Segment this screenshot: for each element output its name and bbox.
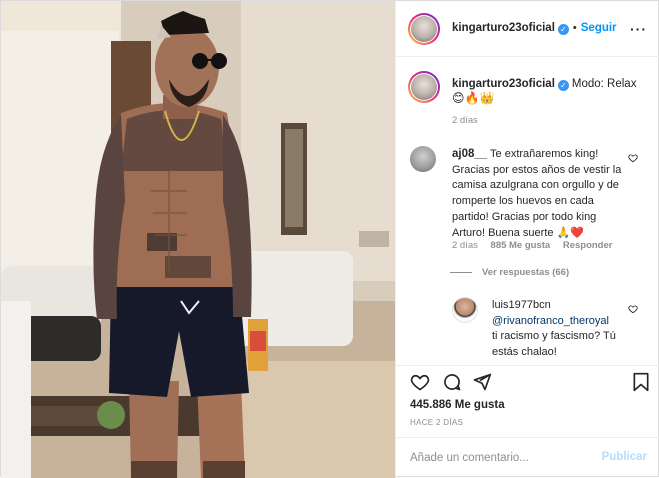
author-avatar[interactable] bbox=[408, 13, 440, 45]
heart-icon[interactable] bbox=[410, 372, 430, 392]
post-side-panel: kingarturo23oficial ✓ • Seguir ··· kingartu… bbox=[395, 1, 659, 478]
share-icon[interactable] bbox=[472, 372, 492, 392]
add-comment-bar: Publicar bbox=[396, 437, 659, 478]
caption-time[interactable]: 2 días bbox=[452, 115, 478, 126]
comment-input[interactable] bbox=[410, 449, 600, 467]
header-user-row: kingarturo23oficial ✓ • Seguir bbox=[452, 22, 617, 35]
follow-button[interactable]: Seguir bbox=[581, 22, 617, 34]
likes-count[interactable]: 445.886 Me gusta bbox=[410, 399, 505, 411]
caption-avatar[interactable] bbox=[408, 71, 440, 103]
comment-item: aj08__ Te extrañaremos king! Gracias por… bbox=[452, 147, 630, 241]
comment-likes[interactable]: 885 Me gusta bbox=[491, 240, 551, 251]
reply-item: luis1977bcn @rivanofranco_theroyal ti ra… bbox=[492, 298, 632, 361]
caption: kingarturo23oficial ✓ Modo: Relax 😊🔥👑 bbox=[452, 77, 652, 106]
comment-username[interactable]: aj08__ bbox=[452, 148, 487, 160]
verified-badge-icon: ✓ bbox=[557, 80, 569, 91]
separator-dot: • bbox=[572, 22, 577, 34]
reply-text: ti racismo y fascismo? Tú estás chalao! bbox=[492, 330, 616, 359]
reply-avatar[interactable] bbox=[452, 297, 478, 323]
photo-scene bbox=[1, 1, 395, 478]
reply-mention[interactable]: @rivanofranco_theroyal bbox=[492, 315, 609, 327]
reply-username[interactable]: luis1977bcn bbox=[492, 299, 551, 311]
replies-divider bbox=[450, 272, 472, 273]
instagram-post: kingarturo23oficial ✓ • Seguir ··· kingartu… bbox=[0, 0, 659, 478]
reply-button[interactable]: Responder bbox=[563, 240, 613, 251]
caption-username[interactable]: kingarturo23oficial bbox=[452, 78, 555, 90]
comment-like-heart-icon[interactable] bbox=[628, 153, 638, 163]
publish-button[interactable]: Publicar bbox=[602, 451, 647, 463]
more-options-icon[interactable]: ··· bbox=[630, 21, 647, 37]
caption-emojis: 😊🔥👑 bbox=[452, 91, 495, 105]
author-username[interactable]: kingarturo23oficial bbox=[452, 22, 555, 34]
verified-badge-icon: ✓ bbox=[557, 24, 569, 35]
posted-time[interactable]: HACE 2 DÍAS bbox=[410, 418, 463, 427]
bookmark-icon[interactable] bbox=[632, 372, 650, 392]
comment-time[interactable]: 2 días bbox=[452, 240, 478, 251]
comment-text: Te extrañaremos king! Gracias por estos … bbox=[452, 148, 622, 239]
view-replies-button[interactable]: Ver respuestas (66) bbox=[482, 267, 569, 278]
reply-like-heart-icon[interactable] bbox=[628, 304, 638, 314]
caption-text: Modo: Relax bbox=[571, 78, 637, 90]
post-header: kingarturo23oficial ✓ • Seguir ··· bbox=[396, 1, 659, 57]
post-photo[interactable] bbox=[1, 1, 395, 478]
comment-icon[interactable] bbox=[442, 372, 462, 392]
comment-meta: 2 días 885 Me gusta Responder bbox=[452, 240, 612, 251]
comment-avatar[interactable] bbox=[410, 146, 436, 172]
